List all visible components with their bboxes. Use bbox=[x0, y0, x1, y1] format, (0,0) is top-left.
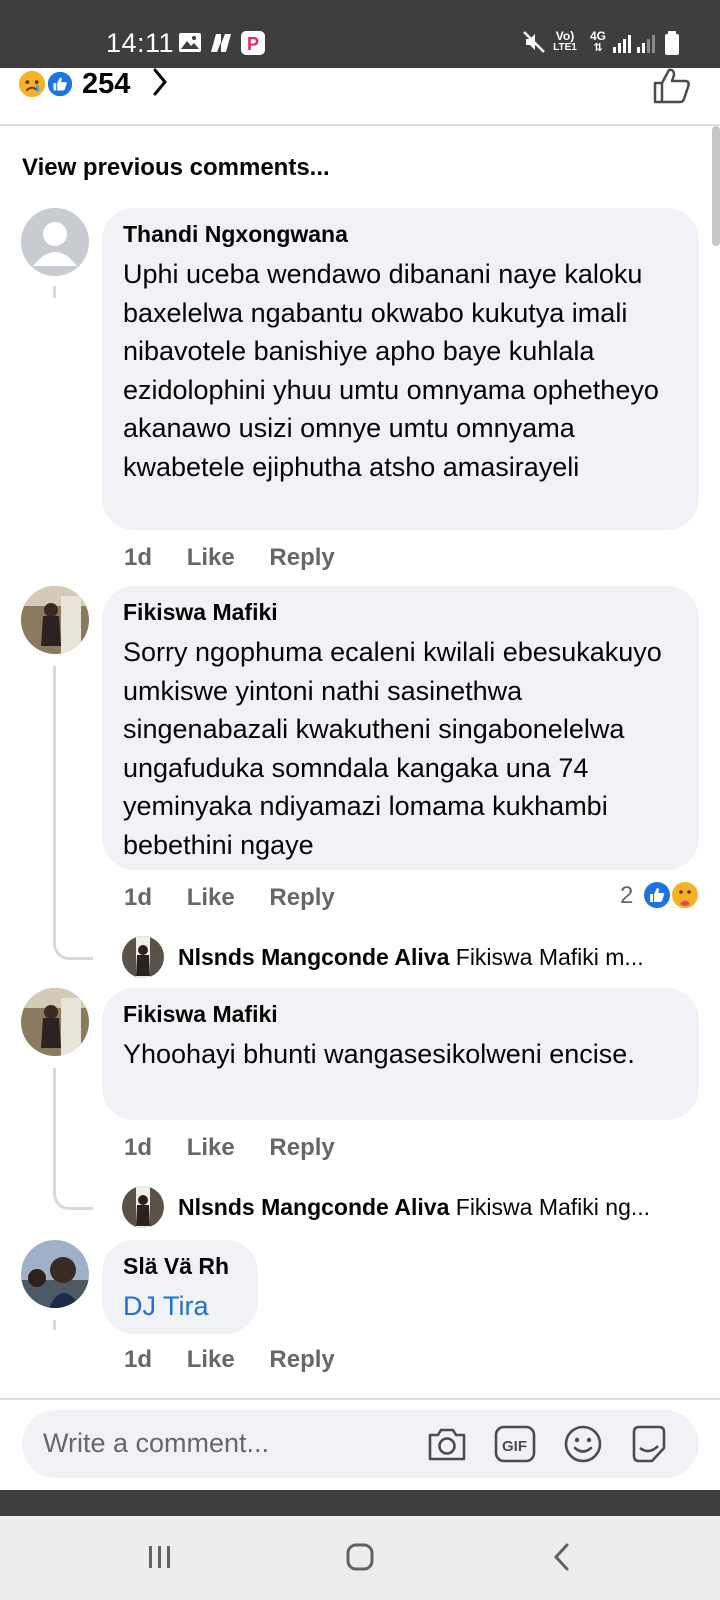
home-icon[interactable] bbox=[345, 1542, 375, 1572]
netflix-icon bbox=[211, 34, 231, 52]
reply-author[interactable]: Nlsnds Mangconde Aliva bbox=[178, 1194, 449, 1220]
comment-actions: 1d Like Reply bbox=[124, 544, 363, 572]
sticker-icon[interactable] bbox=[628, 1424, 670, 1464]
comment-reaction-count: 2 bbox=[620, 882, 634, 909]
reply-button[interactable]: Reply bbox=[269, 1134, 334, 1161]
thread-line bbox=[53, 286, 56, 298]
thread-line bbox=[53, 1068, 93, 1210]
comment-input[interactable]: Write a comment... GIF bbox=[22, 1410, 699, 1478]
gif-icon[interactable]: GIF bbox=[494, 1424, 536, 1464]
network-label: 4G bbox=[589, 29, 606, 43]
like-button[interactable]: Like bbox=[187, 544, 235, 571]
comment-composer-bar: Write a comment... GIF bbox=[0, 1398, 720, 1490]
reply-button[interactable]: Reply bbox=[269, 1346, 334, 1373]
comment-text: Uphi uceba wendawo dibanani naye kaloku … bbox=[123, 259, 659, 482]
volte-label: Vo) bbox=[555, 29, 575, 43]
status-bar: 14:11 P Vo) LTE1 4G ⇅ bbox=[0, 0, 720, 68]
reaction-count[interactable]: 254 bbox=[82, 68, 130, 101]
reply-snippet: Fikiswa Mafiki m... bbox=[455, 944, 644, 970]
comment-text: Yhoohayi bhunti wangasesikolweni encise. bbox=[123, 1039, 635, 1069]
reply-button[interactable]: Reply bbox=[269, 544, 334, 571]
comment-author[interactable]: Fikiswa Mafiki bbox=[123, 598, 679, 626]
comment-time: 1d bbox=[124, 1134, 153, 1161]
comment-author[interactable]: Thandi Ngxongwana bbox=[123, 220, 679, 248]
scrollbar[interactable] bbox=[712, 126, 720, 246]
comment-bubble[interactable]: Thandi Ngxongwana Uphi uceba wendawo dib… bbox=[102, 208, 699, 530]
lte-label: LTE1 bbox=[553, 42, 577, 53]
comment-input-placeholder: Write a comment... bbox=[43, 1428, 270, 1458]
view-previous-comments-link[interactable]: View previous comments... bbox=[22, 154, 330, 182]
reply-preview[interactable]: Nlsnds Mangconde Aliva Fikiswa Mafiki ng… bbox=[178, 1194, 698, 1221]
profile-photo-icon bbox=[21, 586, 89, 654]
chevron-right-icon[interactable] bbox=[150, 66, 170, 98]
status-time: 14:11 bbox=[106, 28, 175, 58]
comment-reaction-badge[interactable]: 2 bbox=[620, 882, 633, 910]
reaction-summary-bar: 254 bbox=[0, 68, 720, 126]
like-button[interactable]: Like bbox=[187, 1346, 235, 1373]
app-p-icon: P bbox=[241, 31, 265, 55]
signal-2-icon bbox=[637, 35, 655, 53]
avatar[interactable] bbox=[21, 208, 89, 276]
comment-feed[interactable]: View previous comments... Thandi Ngxongw… bbox=[0, 126, 720, 1398]
mute-icon bbox=[523, 31, 545, 53]
thread-line bbox=[53, 1320, 56, 1330]
avatar[interactable] bbox=[21, 988, 89, 1056]
profile-photo-icon bbox=[21, 1240, 89, 1308]
comment-time: 1d bbox=[124, 544, 153, 571]
emoji-icon[interactable] bbox=[562, 1424, 604, 1464]
avatar[interactable] bbox=[122, 936, 164, 978]
avatar[interactable] bbox=[21, 1240, 89, 1308]
reply-author[interactable]: Nlsnds Mangconde Aliva bbox=[178, 944, 449, 970]
reply-preview[interactable]: Nlsnds Mangconde Aliva Fikiswa Mafiki m.… bbox=[178, 944, 698, 971]
comment-bubble[interactable]: Slä Vä Rh DJ Tira bbox=[102, 1240, 258, 1334]
back-icon[interactable] bbox=[548, 1542, 578, 1572]
like-button[interactable]: Like bbox=[187, 1134, 235, 1161]
comment-bubble[interactable]: Fikiswa Mafiki Yhoohayi bhunti wangasesi… bbox=[102, 988, 699, 1120]
reply-snippet: Fikiswa Mafiki ng... bbox=[455, 1194, 651, 1220]
reply-button[interactable]: Reply bbox=[269, 884, 334, 911]
profile-photo-icon bbox=[122, 1186, 164, 1228]
battery-icon bbox=[665, 31, 679, 55]
profile-photo-icon bbox=[122, 936, 164, 978]
system-navigation-bar bbox=[0, 1516, 720, 1600]
like-button[interactable]: Like bbox=[187, 884, 235, 911]
comment-author[interactable]: Slä Vä Rh bbox=[123, 1252, 238, 1280]
comment-actions: 1d Like Reply bbox=[124, 1346, 363, 1374]
profile-photo-icon bbox=[21, 988, 89, 1056]
like-reaction-icon bbox=[642, 880, 672, 910]
svg-text:P: P bbox=[247, 34, 259, 54]
comment-time: 1d bbox=[124, 1346, 153, 1373]
comment-author[interactable]: Fikiswa Mafiki bbox=[123, 1000, 679, 1028]
avatar[interactable] bbox=[21, 586, 89, 654]
camera-icon[interactable] bbox=[426, 1424, 468, 1464]
comment-text: Sorry ngophuma ecaleni kwilali ebesukaku… bbox=[123, 637, 662, 860]
gallery-icon bbox=[179, 33, 201, 52]
comment-actions: 1d Like Reply bbox=[124, 1134, 363, 1162]
recent-apps-icon[interactable] bbox=[145, 1542, 175, 1572]
comment-time: 1d bbox=[124, 884, 153, 911]
thread-line bbox=[53, 666, 93, 960]
like-outline-icon[interactable] bbox=[652, 66, 692, 106]
comment-bubble[interactable]: Fikiswa Mafiki Sorry ngophuma ecaleni kw… bbox=[102, 586, 699, 870]
avatar[interactable] bbox=[122, 1186, 164, 1228]
like-reaction-icon[interactable] bbox=[46, 70, 74, 98]
tagged-user-link[interactable]: DJ Tira bbox=[123, 1287, 238, 1326]
signal-1-icon bbox=[613, 35, 631, 53]
care-reaction-icon bbox=[670, 880, 700, 910]
svg-text:GIF: GIF bbox=[502, 1438, 527, 1455]
comment-actions: 1d Like Reply bbox=[124, 884, 363, 912]
sad-reaction-icon[interactable] bbox=[18, 70, 46, 98]
default-avatar-icon bbox=[21, 208, 89, 276]
nav-separator bbox=[0, 1490, 720, 1516]
